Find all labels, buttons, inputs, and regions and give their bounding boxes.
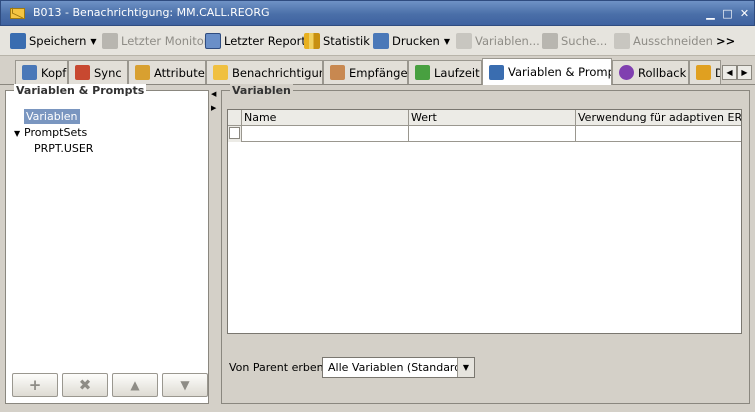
tree: Variablen ▼ PromptSets PRPT.USER: [14, 109, 93, 157]
arrow-down-icon: ▼: [180, 378, 190, 392]
search-button[interactable]: Suche...: [542, 30, 607, 52]
users-icon: [330, 65, 345, 80]
last-monitor-button[interactable]: Letzter Monitor: [102, 30, 209, 52]
column-header-verwendung[interactable]: Verwendung für adaptiven ERT...: [576, 110, 741, 126]
tree-item-variablen[interactable]: Variablen: [14, 109, 93, 125]
header-icon: [22, 65, 37, 80]
binoculars-icon: [542, 33, 558, 49]
envelope-icon: [10, 8, 25, 19]
arrow-up-icon: ▲: [130, 378, 140, 392]
tab-benachrichtigung[interactable]: Benachrichtigung: [206, 60, 323, 84]
delete-icon: ✖: [78, 376, 92, 394]
printer-icon: [373, 33, 389, 49]
panel-title: Variablen: [230, 84, 293, 97]
inherit-select-value: Alle Variablen (Standard): [328, 361, 466, 374]
row-header[interactable]: [228, 126, 242, 142]
add-button[interactable]: +: [12, 373, 58, 397]
tab-sync[interactable]: Sync: [68, 60, 128, 84]
panel-splitter[interactable]: ◀ ▶: [210, 88, 218, 406]
expand-right-icon[interactable]: ▶: [211, 104, 216, 112]
tab-d[interactable]: D: [689, 60, 721, 84]
last-report-button[interactable]: Letzter Report: [205, 30, 306, 52]
tab-attribute[interactable]: Attribute: [128, 60, 206, 84]
expand-triangle-icon[interactable]: ▼: [14, 126, 24, 142]
inherit-label: Von Parent erben:: [229, 361, 328, 374]
inherit-select[interactable]: Alle Variablen (Standard) ▼: [322, 357, 475, 378]
variables-panel: Variablen Name Wert Verwendung für adapt…: [221, 84, 750, 404]
tab-scroll-right-button[interactable]: ▶: [737, 65, 752, 80]
cell-name[interactable]: [242, 126, 409, 142]
row-header-column: [228, 110, 242, 126]
cut-button[interactable]: Ausschneiden: [614, 30, 713, 52]
report-icon: [205, 33, 221, 49]
table-row[interactable]: [228, 126, 741, 142]
tab-variablen-prompts[interactable]: Variablen & Prompts: [482, 58, 612, 85]
panel-title: Variablen & Prompts: [14, 84, 147, 97]
column-header-name[interactable]: Name: [242, 110, 409, 126]
runtime-icon: [415, 65, 430, 80]
chevron-down-icon[interactable]: ▼: [444, 37, 450, 46]
cell-wert[interactable]: [409, 126, 576, 142]
tree-buttons: + ✖ ▲ ▼: [12, 373, 208, 397]
close-button[interactable]: ✕: [738, 7, 751, 20]
chart-icon: [304, 33, 320, 49]
chevron-down-icon[interactable]: ▼: [457, 358, 474, 377]
tab-empfaenger[interactable]: Empfänger: [323, 60, 408, 84]
move-down-button[interactable]: ▼: [162, 373, 208, 397]
statistics-button[interactable]: Statistik: [304, 30, 370, 52]
monitor-icon: [102, 33, 118, 49]
variables-icon: [489, 64, 504, 80]
scissors-icon: [614, 33, 630, 49]
print-button[interactable]: Drucken ▼: [373, 30, 450, 52]
rollback-icon: [619, 65, 634, 80]
attribute-icon: [135, 65, 150, 80]
plus-icon: +: [28, 376, 42, 394]
tab-rollback[interactable]: Rollback: [612, 60, 689, 84]
tree-item-promptsets[interactable]: ▼ PromptSets: [14, 125, 93, 141]
floppy-disk-icon: [10, 33, 26, 49]
column-header-wert[interactable]: Wert: [409, 110, 576, 126]
tab-strip: Kopf Sync Attribute Benachrichtigung Emp…: [0, 56, 755, 85]
document-icon: [696, 65, 711, 80]
envelope-icon: [213, 65, 228, 80]
title-bar: B013 - Benachrichtigung: MM.CALL.REORG ▁…: [0, 0, 755, 26]
row-checkbox[interactable]: [229, 127, 240, 139]
window-title: B013 - Benachrichtigung: MM.CALL.REORG: [33, 6, 270, 19]
delete-button[interactable]: ✖: [62, 373, 108, 397]
table-header: Name Wert Verwendung für adaptiven ERT..…: [228, 110, 741, 126]
tab-scroll-left-button[interactable]: ◀: [722, 65, 737, 80]
sync-icon: [75, 65, 90, 80]
more-button[interactable]: >>: [716, 30, 735, 52]
variables-prompts-panel: Variablen & Prompts Variablen ▼ PromptSet…: [5, 84, 209, 404]
cell-verwendung[interactable]: [576, 126, 741, 142]
chevron-down-icon[interactable]: ▼: [90, 37, 96, 46]
collapse-left-icon[interactable]: ◀: [211, 90, 216, 98]
tree-item-prpt-user[interactable]: PRPT.USER: [14, 141, 93, 157]
tab-kopf[interactable]: Kopf: [15, 60, 68, 84]
variables-table[interactable]: Name Wert Verwendung für adaptiven ERT..…: [227, 109, 742, 334]
variables-button[interactable]: Variablen...: [456, 30, 540, 52]
tab-laufzeit[interactable]: Laufzeit: [408, 60, 482, 84]
maximize-button[interactable]: □: [721, 7, 734, 20]
minimize-button[interactable]: ▁: [704, 7, 717, 20]
toolbar: Speichern ▼ Letzter Monitor Letzter Repo…: [0, 26, 755, 56]
save-button[interactable]: Speichern ▼: [10, 30, 97, 52]
move-up-button[interactable]: ▲: [112, 373, 158, 397]
variables-icon: [456, 33, 472, 49]
